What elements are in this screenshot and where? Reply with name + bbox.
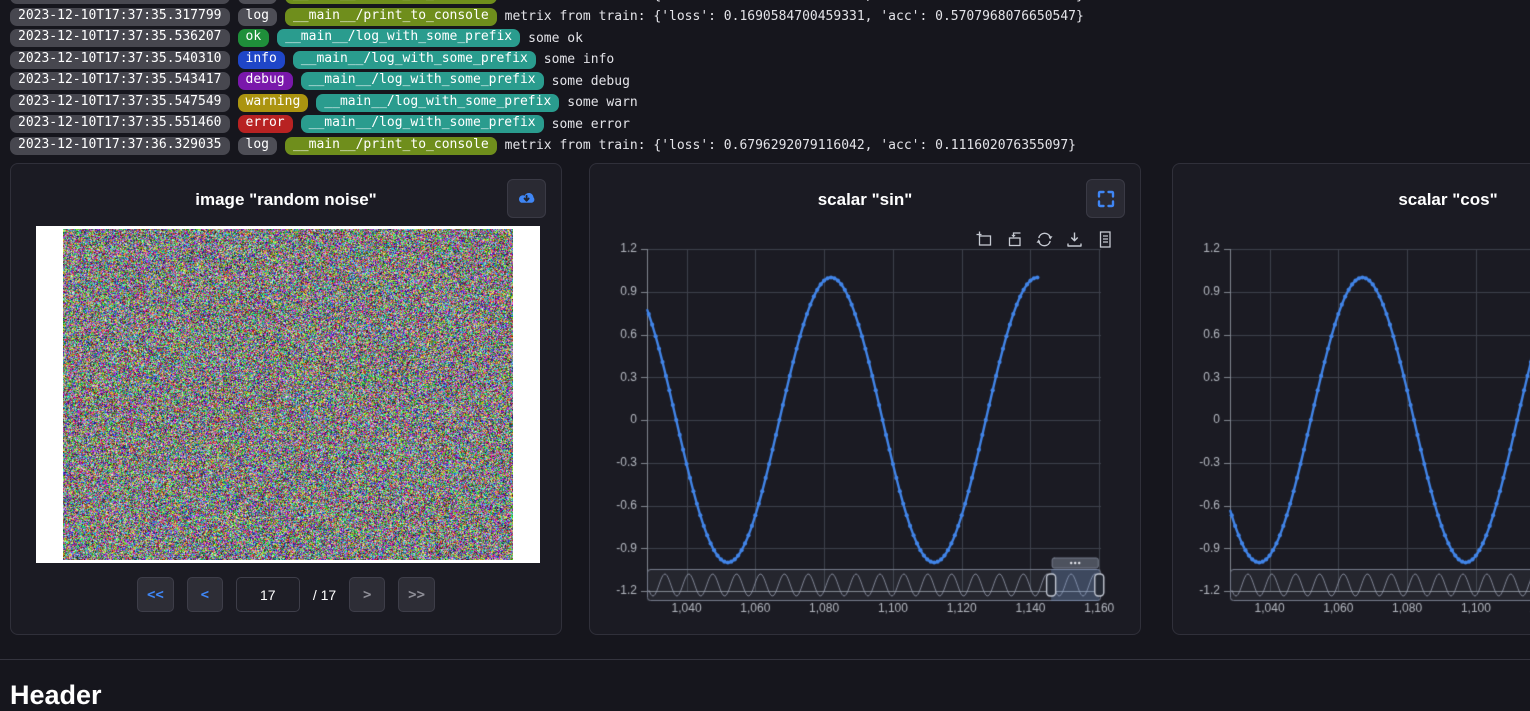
log-message: some warn [567, 95, 637, 110]
log-level-badge: error [238, 115, 293, 133]
log-row: 2023-12-10T17:37:35.540310 info __main__/l… [10, 51, 1530, 69]
first-page-button[interactable]: << [137, 577, 174, 612]
log-message: some info [544, 52, 614, 67]
fullscreen-icon [1096, 189, 1116, 209]
sin-card-title: scalar "sin" [590, 190, 1140, 210]
log-row: 2023-12-10T17:37:36.329035 log __main__/pr… [10, 137, 1530, 155]
image-frame [36, 226, 540, 563]
image-card: image "random noise" << < / 17 > >> [10, 163, 562, 635]
expand-sin-chart-button[interactable] [1086, 179, 1125, 218]
data-view-icon[interactable] [1095, 230, 1114, 249]
log-row-partial: 2023-12-10T17:37:35.317799 log __main__/pr… [10, 0, 1530, 4]
log-timestamp: 2023-12-10T17:37:35.543417 [10, 72, 230, 90]
log-timestamp: 2023-12-10T17:37:35.317799 [10, 0, 230, 4]
last-page-button[interactable]: >> [398, 577, 435, 612]
page-total-label: / 17 [313, 587, 336, 603]
chart-toolbar [975, 230, 1114, 249]
log-timestamp: 2023-12-10T17:37:35.540310 [10, 51, 230, 69]
cos-card-title: scalar "cos" [1173, 190, 1530, 210]
log-level-badge: log [238, 0, 277, 4]
log-row: 2023-12-10T17:37:35.536207 ok __main__/log… [10, 29, 1530, 47]
log-timestamp: 2023-12-10T17:37:35.536207 [10, 29, 230, 47]
log-context: __main__/log_with_some_prefix [277, 29, 520, 47]
log-context: __main__/log_with_some_prefix [301, 115, 544, 133]
next-page-button[interactable]: > [349, 577, 385, 612]
log-message: metrix from train: {'loss': 0.6796292079… [505, 138, 1076, 153]
image-pagination: << < / 17 > >> [11, 577, 561, 612]
sin-chart-canvas[interactable] [590, 224, 1142, 624]
scalar-cos-card: scalar "cos" [1172, 163, 1530, 635]
log-message: some error [552, 117, 630, 132]
zoom-reset-icon[interactable] [1005, 230, 1024, 249]
log-message: some ok [528, 31, 583, 46]
noise-image [63, 229, 513, 560]
log-level-badge: info [238, 51, 285, 69]
log-row: 2023-12-10T17:37:35.551460 error __main__/… [10, 115, 1530, 133]
log-context: __main__/log_with_some_prefix [301, 72, 544, 90]
log-list: 2023-12-10T17:37:35.317799 log __main__/pr… [0, 0, 1530, 160]
scalar-sin-card: scalar "sin" [589, 163, 1141, 635]
log-context: __main__/print_to_console [285, 8, 497, 26]
log-level-badge: ok [238, 29, 270, 47]
log-row: 2023-12-10T17:37:35.547549 warning __main_… [10, 94, 1530, 112]
page: { "colors": { "page_bg": "#16161d", "car… [0, 0, 1530, 697]
log-row: 2023-12-10T17:37:35.317799 log __main__/pr… [10, 8, 1530, 26]
log-level-badge: log [238, 137, 277, 155]
log-level-badge: warning [238, 94, 309, 112]
image-card-title: image "random noise" [11, 190, 561, 210]
log-context: __main__/print_to_console [285, 0, 497, 4]
save-image-icon[interactable] [1065, 230, 1084, 249]
area-zoom-icon[interactable] [975, 230, 994, 249]
log-timestamp: 2023-12-10T17:37:35.547549 [10, 94, 230, 112]
log-level-badge: log [238, 8, 277, 26]
log-context: __main__/log_with_some_prefix [316, 94, 559, 112]
log-timestamp: 2023-12-10T17:37:35.551460 [10, 115, 230, 133]
cos-chart-canvas[interactable] [1173, 224, 1530, 624]
restore-icon[interactable] [1035, 230, 1054, 249]
log-row: 2023-12-10T17:37:35.543417 debug __main__/… [10, 72, 1530, 90]
footer-heading: Header [10, 680, 102, 711]
log-message: some debug [552, 74, 630, 89]
prev-page-button[interactable]: < [187, 577, 223, 612]
cloud-download-icon [515, 189, 538, 208]
log-context: __main__/print_to_console [285, 137, 497, 155]
log-message: metrix from train: {'loss': 0.1690584700… [505, 9, 1084, 24]
download-image-button[interactable] [507, 179, 546, 218]
log-message: metrix from train: {'loss': 0.1690584700… [505, 0, 1084, 3]
log-context: __main__/log_with_some_prefix [293, 51, 536, 69]
log-timestamp: 2023-12-10T17:37:36.329035 [10, 137, 230, 155]
section-divider [0, 659, 1530, 660]
log-level-badge: debug [238, 72, 293, 90]
log-timestamp: 2023-12-10T17:37:35.317799 [10, 8, 230, 26]
page-number-input[interactable] [236, 577, 300, 612]
